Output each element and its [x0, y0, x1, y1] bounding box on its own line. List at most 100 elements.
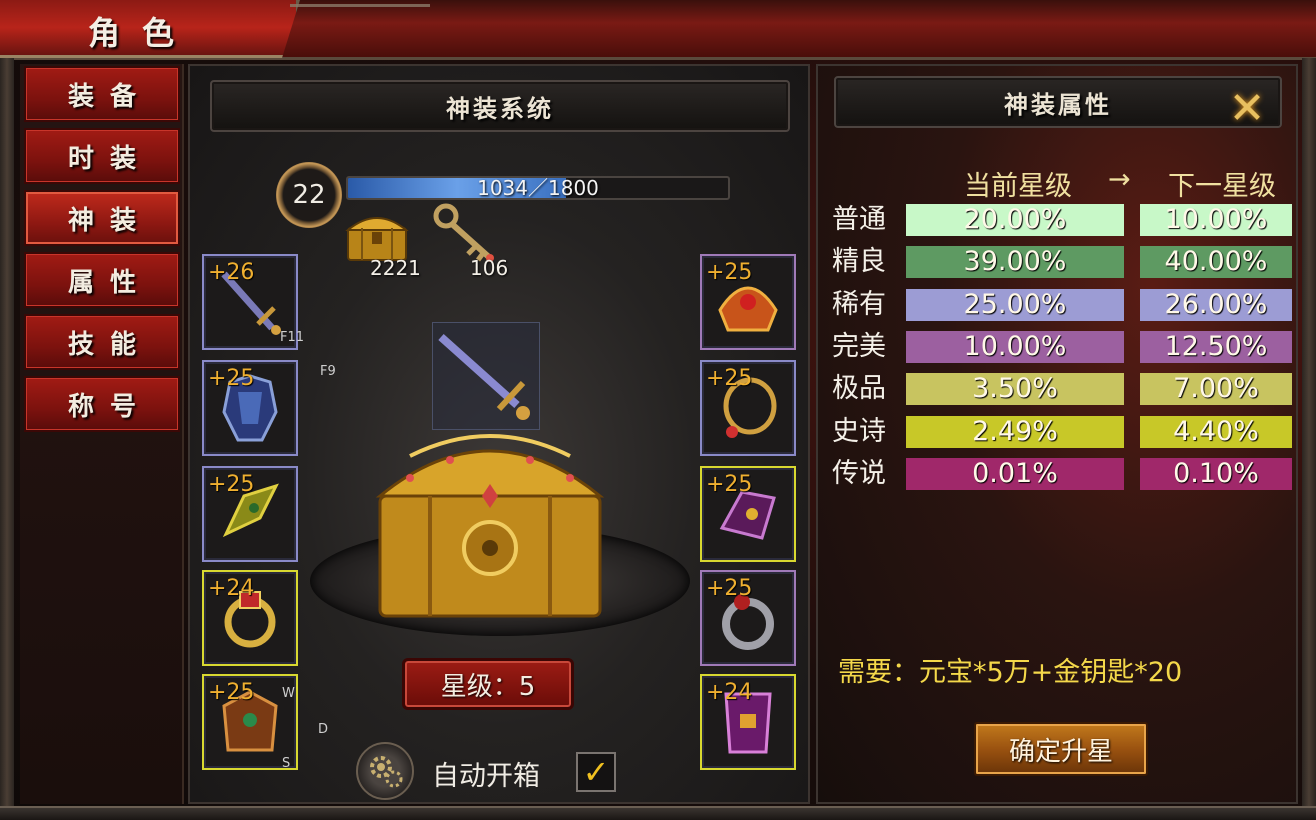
equip-slot-helmet[interactable]: +25 [700, 254, 796, 350]
star-level: 星级：5 [440, 671, 536, 702]
current-rate-cell: 20.00% [906, 204, 1124, 236]
tab-attributes[interactable]: 属性 [24, 252, 180, 308]
quality-label: 传说 [832, 457, 886, 489]
next-rate-cell: 7.00% [1140, 373, 1292, 406]
attributes-title: 神装属性 [1004, 89, 1112, 119]
enhance-level: +25 [208, 680, 255, 705]
close-icon: ✕ [1228, 83, 1266, 134]
quality-row: 传说 0.01% 0.10% [832, 456, 1292, 496]
treasure-chest-icon[interactable] [370, 426, 610, 626]
next-rate-cell: 12.50% [1140, 330, 1292, 363]
equip-slot-belt[interactable]: +24 [700, 674, 796, 770]
current-rate-cell: 0.01% [906, 457, 1124, 490]
gear-icon [370, 756, 403, 788]
frame-left-border [0, 58, 14, 820]
quality-row: 史诗 2.49% 4.40% [832, 414, 1292, 454]
xp-text: 1034／1800 [477, 176, 599, 200]
enhance-level: +25 [706, 366, 753, 391]
enhance-level: +25 [706, 260, 753, 285]
current-rate-cell: 39.00% [906, 246, 1124, 279]
title-ornament [290, 4, 430, 54]
chest-count: 2221 [370, 256, 421, 280]
confirm-upgrade-button[interactable]: 确定升星 [974, 722, 1148, 776]
tab-divine-gear[interactable]: 神装 [24, 190, 180, 246]
key-count: 106 [470, 256, 509, 280]
enhance-level: +26 [208, 260, 255, 285]
divine-attributes-panel: 神装属性 ✕ 当前星级 → 下一星级 普通 20.00% 10.00% 精良 39.00… [816, 64, 1298, 804]
quality-label: 完美 [832, 330, 886, 362]
close-button[interactable]: ✕ [1224, 86, 1270, 132]
equip-slot-ring[interactable]: +24 [202, 570, 298, 666]
sword-icon [438, 334, 530, 420]
quality-label: 史诗 [832, 415, 886, 447]
tab-skills[interactable]: 技能 [24, 314, 180, 370]
character-window: 角色 装备 时装 神装 属性 技能 称号 神装系统 22 1034／1800 2… [0, 0, 1316, 820]
tab-label: 技能 [67, 329, 152, 360]
upgrade-requirement: 需要：元宝*5万+金钥匙*20 [838, 657, 1183, 688]
hotkey-label: S [282, 756, 291, 771]
window-title: 角色 [88, 14, 197, 52]
enhance-level: +24 [208, 576, 255, 601]
enhance-level: +25 [706, 472, 753, 497]
auto-open-label: 自动开箱 [432, 761, 540, 792]
level-badge: 22 [276, 162, 342, 228]
quality-label: 精良 [832, 246, 886, 278]
tab-titles[interactable]: 称号 [24, 376, 180, 432]
hotkey-label: D [318, 722, 329, 737]
column-next-star: 下一星级 [1168, 171, 1276, 202]
tab-label: 称号 [67, 391, 152, 422]
enhance-level: +25 [208, 472, 255, 497]
weapon-preview [432, 322, 540, 430]
level-value: 22 [292, 180, 326, 210]
quality-label: 稀有 [832, 288, 886, 320]
next-rate-cell: 26.00% [1140, 288, 1292, 321]
xp-bar: 1034／1800 [346, 176, 730, 200]
gear-icon[interactable] [356, 742, 414, 800]
hotkey-label: W [282, 686, 295, 701]
quality-row: 普通 20.00% 10.00% [832, 202, 1292, 242]
gold-chest-icon [345, 217, 409, 261]
equip-slot-armor[interactable]: +25 [202, 360, 298, 456]
arrow-icon: → [1108, 164, 1131, 195]
auto-open-checkbox[interactable]: ✓ [576, 752, 616, 792]
frame-bottom-border [0, 806, 1316, 820]
enhance-level: +25 [208, 366, 255, 391]
equip-slot-ring-right[interactable]: +25 [700, 570, 796, 666]
quality-row: 精良 39.00% 40.00% [832, 244, 1292, 284]
next-rate-cell: 0.10% [1140, 457, 1292, 490]
equip-slot-weapon[interactable]: +26 F11 [202, 254, 304, 350]
current-rate-cell: 2.49% [906, 415, 1124, 448]
enhance-level: +25 [706, 576, 753, 601]
attributes-header: 神装属性 [834, 76, 1282, 128]
current-rate-cell: 10.00% [906, 330, 1124, 363]
sidebar: 装备 时装 神装 属性 技能 称号 [20, 64, 184, 804]
current-rate-cell: 3.50% [906, 373, 1124, 406]
tab-label: 神装 [67, 205, 152, 236]
tab-label: 属性 [67, 267, 152, 298]
equip-slot-necklace[interactable]: +25 [700, 360, 796, 456]
next-rate-cell: 4.40% [1140, 415, 1292, 448]
star-level-plate: 星级：5 [402, 658, 574, 710]
quality-label: 极品 [832, 373, 886, 405]
frame-right-border [1302, 58, 1316, 820]
hotkey-label: F9 [320, 364, 336, 379]
confirm-label: 确定升星 [1008, 736, 1113, 767]
tab-label: 时装 [67, 143, 152, 174]
equip-slot-bracelet[interactable]: +25 [700, 466, 796, 562]
equip-slot-boots[interactable]: +25 W S [202, 674, 298, 771]
hotkey-label: F11 [280, 330, 305, 345]
tab-label: 装备 [67, 81, 152, 112]
tab-equipment[interactable]: 装备 [24, 66, 180, 122]
quality-row: 稀有 25.00% 26.00% [832, 287, 1292, 327]
panel-header: 神装系统 [210, 80, 790, 132]
next-rate-cell: 40.00% [1140, 246, 1292, 279]
equip-slot-bracer[interactable]: +25 [202, 466, 298, 562]
panel-title: 神装系统 [446, 93, 554, 123]
checkmark-icon: ✓ [582, 753, 610, 791]
next-rate-cell: 10.00% [1140, 204, 1292, 236]
quality-row: 极品 3.50% 7.00% [832, 371, 1292, 411]
divine-gear-panel: 神装系统 22 1034／1800 2221 106 +26 F11 +25 F… [188, 64, 810, 804]
tab-fashion[interactable]: 时装 [24, 128, 180, 184]
enhance-level: +24 [706, 680, 753, 705]
current-rate-cell: 25.00% [906, 288, 1124, 321]
